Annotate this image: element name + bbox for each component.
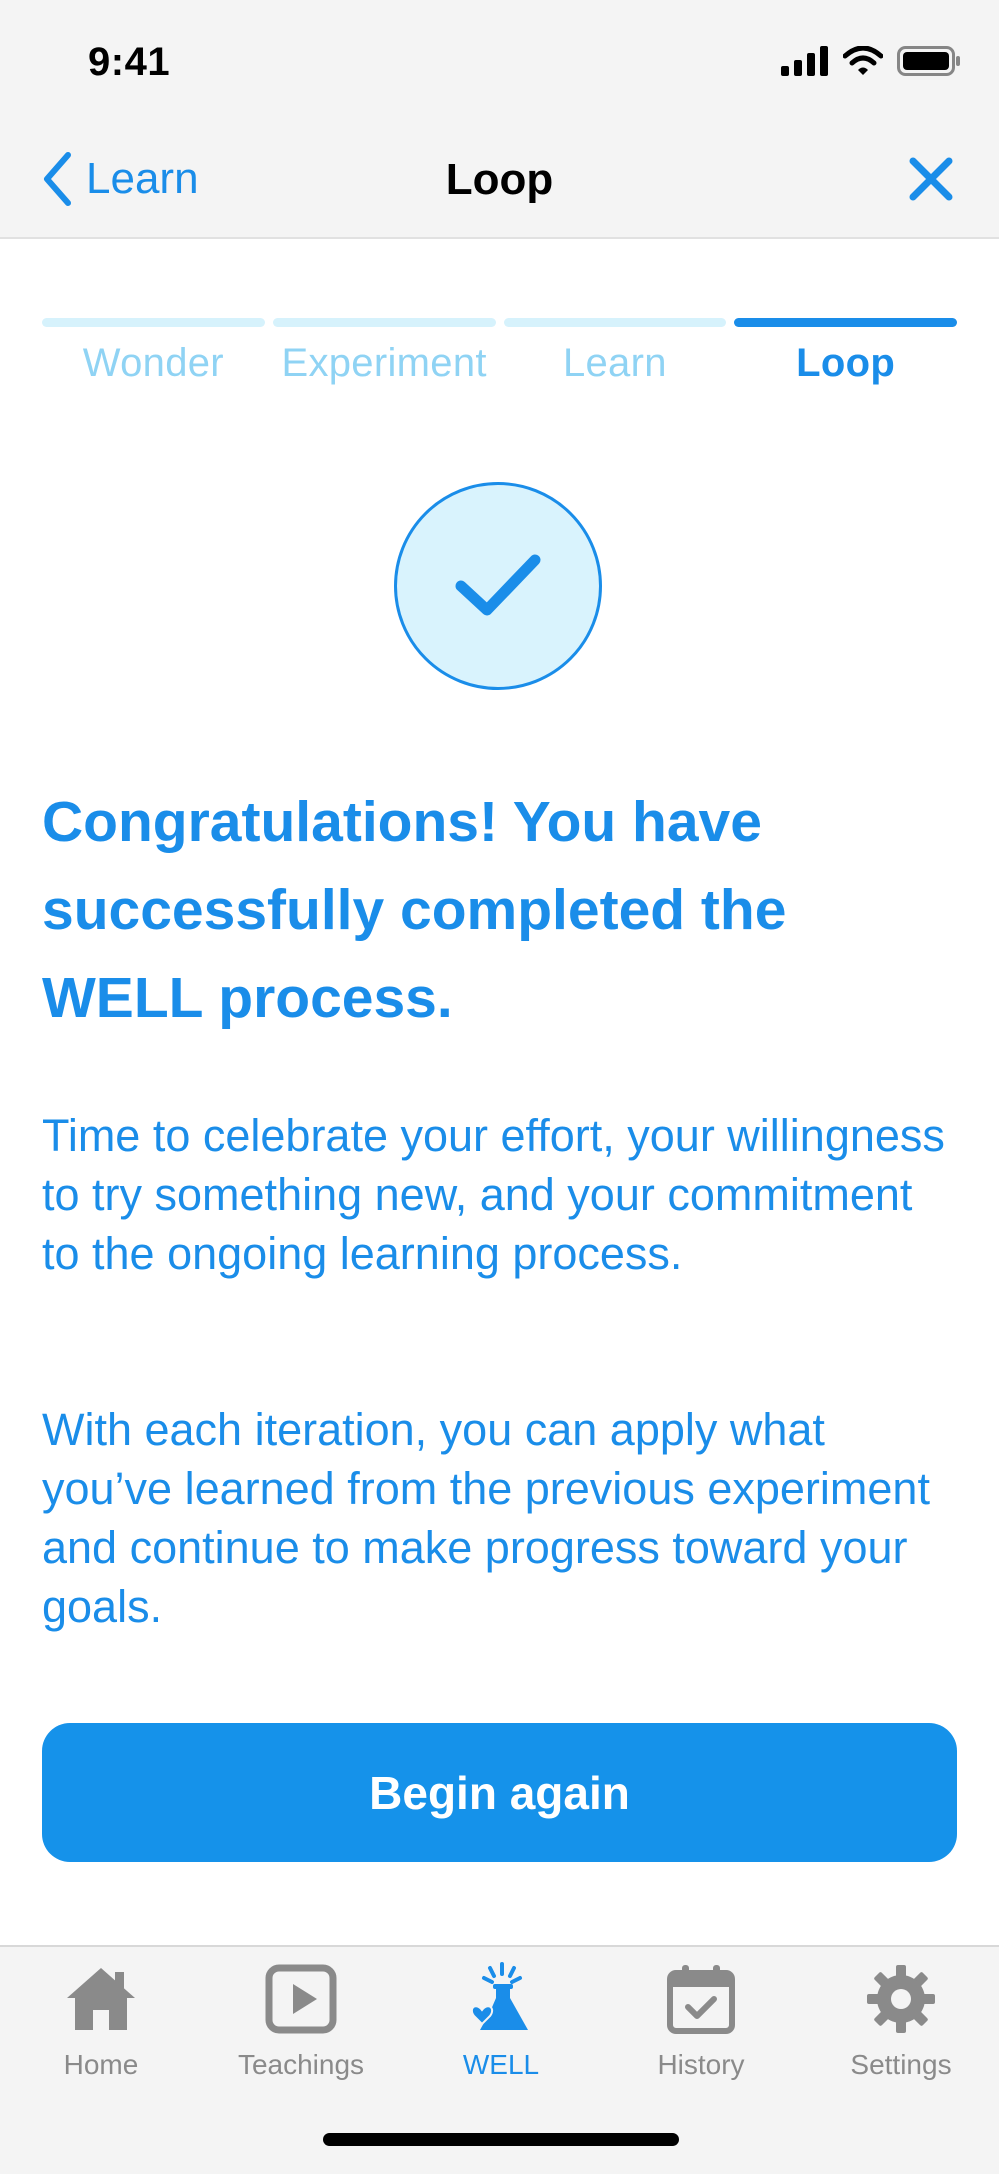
tab-well[interactable]: WELL xyxy=(401,1959,601,2081)
tab-settings[interactable]: Settings xyxy=(801,1959,999,2081)
content-area: Wonder Experiment Learn Loop Congratulat… xyxy=(0,239,999,1945)
congratulations-headline: Congratulations! You have successfully c… xyxy=(42,790,787,1030)
calendar-check-icon xyxy=(667,1965,735,2034)
begin-again-button[interactable]: Begin again xyxy=(42,1723,957,1862)
step-label: Loop xyxy=(796,341,896,385)
tab-teachings[interactable]: Teachings xyxy=(201,1959,401,2081)
step-bar xyxy=(503,318,727,327)
flask-icon xyxy=(470,1962,528,2030)
step-wonder: Wonder xyxy=(42,318,265,386)
status-bar: 9:41 xyxy=(0,0,999,125)
status-icons xyxy=(781,46,961,76)
progress-stepper: Wonder Experiment Learn Loop xyxy=(42,318,957,386)
success-badge xyxy=(394,482,602,690)
home-indicator[interactable] xyxy=(323,2133,679,2146)
tab-label: History xyxy=(657,2049,745,2080)
close-icon xyxy=(909,157,953,201)
wifi-icon xyxy=(843,46,883,75)
house-icon xyxy=(67,1968,135,2030)
step-label: Wonder xyxy=(82,341,224,385)
step-bar xyxy=(42,318,265,327)
page-title: Loop xyxy=(445,155,554,204)
gear-icon xyxy=(867,1965,935,2033)
status-time: 9:41 xyxy=(88,40,171,84)
tab-label: WELL xyxy=(462,2049,540,2080)
navigation-bar: Learn Loop xyxy=(0,125,999,239)
begin-again-label: Begin again xyxy=(369,1766,630,1819)
tab-bar: Home Teachings WELL History Settings xyxy=(0,1945,999,2174)
close-button[interactable] xyxy=(905,153,957,205)
step-loop: Loop xyxy=(734,318,957,386)
battery-icon xyxy=(897,46,960,76)
step-label: Experiment xyxy=(281,341,487,385)
tab-history[interactable]: History xyxy=(601,1959,801,2081)
celebration-paragraph: Time to celebrate your effort, your will… xyxy=(42,1110,945,1279)
tab-label: Home xyxy=(63,2049,139,2080)
step-label: Learn xyxy=(562,341,667,385)
play-icon xyxy=(265,1964,337,2034)
tab-label: Settings xyxy=(850,2049,952,2080)
checkmark-icon xyxy=(455,554,541,616)
step-experiment: Experiment xyxy=(272,318,496,386)
step-learn: Learn xyxy=(503,318,727,386)
tab-label: Teachings xyxy=(237,2049,365,2080)
step-bar xyxy=(734,318,957,327)
tab-home[interactable]: Home xyxy=(1,1959,201,2081)
iteration-paragraph: With each iteration, you can apply what … xyxy=(42,1404,930,1632)
step-bar xyxy=(272,318,496,327)
cellular-signal-icon xyxy=(781,46,828,76)
